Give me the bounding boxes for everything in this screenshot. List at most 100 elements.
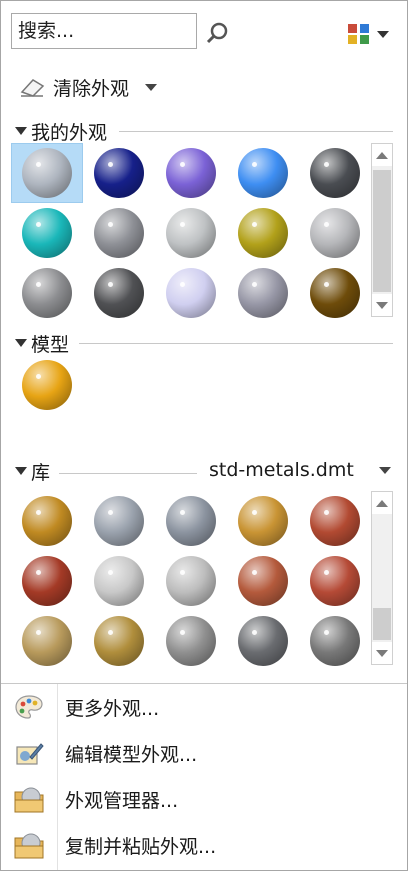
appearance-swatch[interactable] xyxy=(155,611,227,671)
scroll-down-button[interactable] xyxy=(372,294,392,316)
appearance-swatch[interactable] xyxy=(299,263,371,323)
eraser-icon xyxy=(20,79,45,97)
clear-appearance-label: 清除外观 xyxy=(53,77,130,100)
appearance-swatch[interactable] xyxy=(155,551,227,611)
library-dropdown-icon[interactable] xyxy=(379,467,391,474)
section-divider xyxy=(119,131,393,132)
appearance-swatch[interactable] xyxy=(227,491,299,551)
material-sphere-icon xyxy=(22,556,72,606)
appearance-swatch[interactable] xyxy=(227,551,299,611)
section-library-label: 库 xyxy=(31,461,51,484)
collapse-triangle-icon[interactable] xyxy=(15,127,27,135)
appearance-swatch[interactable] xyxy=(11,551,83,611)
scroll-up-button[interactable] xyxy=(372,492,392,514)
material-sphere-icon xyxy=(238,208,288,258)
appearance-swatch[interactable] xyxy=(83,143,155,203)
library-scrollbar[interactable] xyxy=(371,491,393,665)
copy-paste-appearance-icon xyxy=(14,833,44,859)
library-appearances-grid xyxy=(11,491,371,671)
collapse-triangle-icon[interactable] xyxy=(15,467,27,475)
material-sphere-icon xyxy=(166,496,216,546)
menu-item-label: 更多外观... xyxy=(65,697,160,720)
appearance-swatch[interactable] xyxy=(11,611,83,671)
appearance-swatch[interactable] xyxy=(299,551,371,611)
appearance-swatch[interactable] xyxy=(83,491,155,551)
section-my-appearances[interactable]: 我的外观 xyxy=(15,119,108,144)
search-icon[interactable] xyxy=(205,21,229,45)
clear-appearance-button[interactable]: 清除外观 xyxy=(19,73,158,101)
appearance-swatch[interactable] xyxy=(83,263,155,323)
gallery-dropdown-arrow-icon[interactable] xyxy=(377,31,389,38)
material-sphere-icon xyxy=(238,556,288,606)
material-sphere-icon xyxy=(94,496,144,546)
appearance-swatch[interactable] xyxy=(299,491,371,551)
appearance-swatch[interactable] xyxy=(299,143,371,203)
appearance-swatch[interactable] xyxy=(11,491,83,551)
material-sphere-icon xyxy=(22,496,72,546)
scroll-thumb[interactable] xyxy=(373,170,391,292)
section-divider xyxy=(59,473,197,474)
appearance-swatch[interactable] xyxy=(227,263,299,323)
search-input[interactable]: 搜索... xyxy=(11,13,197,49)
appearance-swatch[interactable] xyxy=(11,203,83,263)
appearance-swatch[interactable] xyxy=(83,203,155,263)
material-sphere-icon xyxy=(238,496,288,546)
appearance-swatch[interactable] xyxy=(155,143,227,203)
appearance-swatch[interactable] xyxy=(155,491,227,551)
appearance-swatch[interactable] xyxy=(83,551,155,611)
material-sphere-icon xyxy=(166,268,216,318)
palette-icon xyxy=(15,695,43,719)
material-sphere-icon xyxy=(22,148,72,198)
appearance-gallery-panel: 搜索... 清除外观 我的外观 模型 库 std-metals.dmt 更多外观… xyxy=(0,0,408,871)
appearance-swatch[interactable] xyxy=(299,611,371,671)
material-sphere-icon xyxy=(166,208,216,258)
material-sphere-icon xyxy=(238,616,288,666)
menu-item-appearance-manager[interactable]: 外观管理器... xyxy=(1,776,407,822)
appearance-swatch[interactable] xyxy=(11,263,83,323)
menu-item-label: 复制并粘贴外观... xyxy=(65,835,217,858)
material-sphere-icon xyxy=(310,268,360,318)
appearance-swatch[interactable] xyxy=(227,203,299,263)
material-sphere-icon xyxy=(94,556,144,606)
gallery-view-icon[interactable] xyxy=(347,23,371,45)
material-sphere-icon xyxy=(310,148,360,198)
collapse-triangle-icon[interactable] xyxy=(15,339,27,347)
appearance-swatch[interactable] xyxy=(11,143,83,203)
menu-item-label: 外观管理器... xyxy=(65,789,179,812)
library-file-select[interactable]: std-metals.dmt xyxy=(209,459,354,481)
appearance-manager-icon xyxy=(14,787,44,813)
menu-item-edit-model-appearance[interactable]: 编辑模型外观... xyxy=(1,730,407,776)
appearance-swatch[interactable] xyxy=(155,263,227,323)
menu-item-copy-paste-appearance[interactable]: 复制并粘贴外观... xyxy=(1,822,407,868)
appearance-menu: 更多外观... 编辑模型外观... 外观管理器... 复制并粘贴外观... xyxy=(1,683,407,868)
section-model[interactable]: 模型 xyxy=(15,331,70,356)
appearance-swatch[interactable] xyxy=(299,203,371,263)
clear-appearance-dropdown-icon[interactable] xyxy=(145,83,158,91)
material-sphere-icon xyxy=(22,268,72,318)
appearance-swatch[interactable] xyxy=(11,355,83,415)
section-my-appearances-label: 我的外观 xyxy=(31,121,108,144)
menu-item-more-appearances[interactable]: 更多外观... xyxy=(1,684,407,730)
scroll-thumb[interactable] xyxy=(373,608,391,640)
material-sphere-icon xyxy=(238,268,288,318)
edit-appearance-icon xyxy=(16,743,44,765)
material-sphere-icon xyxy=(310,556,360,606)
section-library[interactable]: 库 xyxy=(15,459,51,484)
my-appearances-grid xyxy=(11,143,371,323)
appearance-swatch[interactable] xyxy=(227,143,299,203)
model-appearances-grid xyxy=(11,355,371,415)
material-sphere-icon xyxy=(166,148,216,198)
my-appearances-scrollbar[interactable] xyxy=(371,143,393,317)
material-sphere-icon xyxy=(22,616,72,666)
material-sphere-icon xyxy=(238,148,288,198)
appearance-swatch[interactable] xyxy=(227,611,299,671)
material-sphere-icon xyxy=(22,360,72,410)
scroll-up-button[interactable] xyxy=(372,144,392,166)
menu-item-label: 编辑模型外观... xyxy=(65,743,198,766)
material-sphere-icon xyxy=(94,148,144,198)
appearance-swatch[interactable] xyxy=(83,611,155,671)
section-model-label: 模型 xyxy=(31,333,70,356)
material-sphere-icon xyxy=(94,268,144,318)
scroll-down-button[interactable] xyxy=(372,642,392,664)
appearance-swatch[interactable] xyxy=(155,203,227,263)
